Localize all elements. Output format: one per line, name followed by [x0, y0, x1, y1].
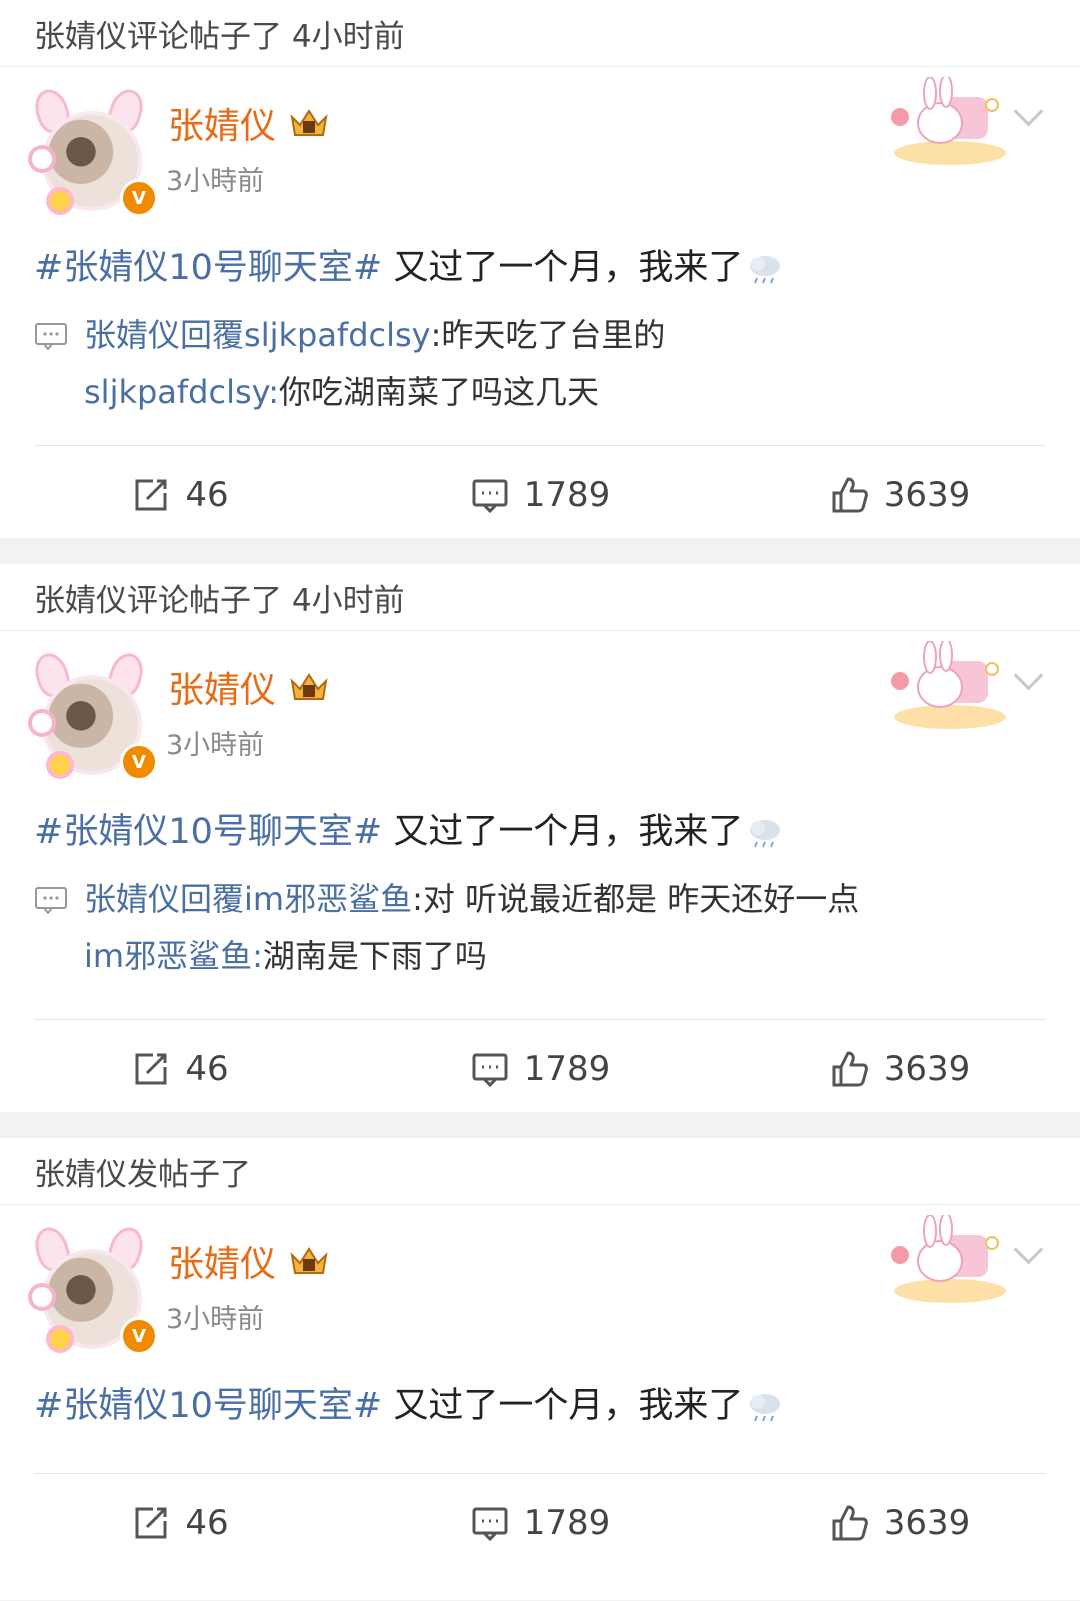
author-name[interactable]: 张婧仪: [168, 661, 276, 713]
quoted-user[interactable]: sljkpafdclsy:: [84, 364, 279, 421]
author-row: 张婧仪: [168, 97, 330, 149]
repost-icon: [135, 479, 167, 511]
comment-bubble-icon: [35, 886, 67, 914]
post-text: 又过了一个月，我来了: [382, 812, 744, 852]
chevron-down-icon[interactable]: [1013, 96, 1044, 127]
like-count: 3639: [883, 1049, 971, 1089]
crown-badge-icon[interactable]: [288, 671, 330, 703]
bunny-sticker-icon: [891, 641, 1006, 729]
reply-text: :昨天吃了台里的: [430, 316, 666, 354]
comment-button[interactable]: 1789: [360, 1021, 720, 1117]
flower-icon: [50, 755, 70, 775]
comment-button[interactable]: 1789: [360, 1475, 720, 1571]
activity-header: 张婧仪评论帖子了 4小时前: [0, 0, 1080, 67]
thumbs-up-icon: [832, 1051, 868, 1087]
like-button[interactable]: 3639: [720, 1475, 1080, 1571]
post-text: 又过了一个月，我来了: [382, 248, 744, 288]
comment-bubble-icon: [35, 322, 67, 350]
topic-link[interactable]: #张婧仪10号聊天室#: [34, 248, 382, 288]
repost-button[interactable]: 46: [0, 447, 360, 543]
reply-prefix[interactable]: 张婧仪回覆: [84, 307, 244, 364]
author-row: 张婧仪: [168, 1235, 330, 1287]
repost-count: 46: [185, 1503, 229, 1543]
post[interactable]: V 张婧仪 3小時前 #张婧仪10号聊天室# 又过了: [0, 67, 1080, 539]
like-button[interactable]: 3639: [720, 447, 1080, 543]
divider: [34, 1019, 1046, 1020]
crown-badge-icon[interactable]: [288, 107, 330, 139]
post-content[interactable]: #张婧仪10号聊天室# 又过了一个月，我来了: [34, 239, 785, 290]
flower-icon: [50, 191, 70, 211]
feed: 张婧仪评论帖子了 4小时前 V 张婧仪 3小時前 #张婧仪10号聊天室# 又过了…: [0, 0, 1080, 1600]
avatar[interactable]: V: [28, 1223, 158, 1355]
like-count: 3639: [883, 475, 971, 515]
post-time: 3小時前: [166, 166, 265, 197]
comment-count: 1789: [523, 1503, 611, 1543]
flower-icon: [32, 713, 52, 733]
feed-card: 张婧仪评论帖子了 4小时前 V 张婧仪 3小時前 #张婧仪10号聊天室# 又过了…: [0, 0, 1080, 538]
action-bar: 46 1789 3639: [0, 1021, 1080, 1117]
divider: [34, 445, 1046, 446]
reply-target-user[interactable]: im邪恶鲨鱼: [244, 871, 412, 928]
crown-badge-icon[interactable]: [288, 1245, 330, 1277]
reply-block[interactable]: 张婧仪回覆 im邪恶鲨鱼 :对 听说最近都是 昨天还好一点 im邪恶鲨鱼: 湖南…: [34, 871, 859, 985]
flower-icon: [32, 1287, 52, 1307]
post-content[interactable]: #张婧仪10号聊天室# 又过了一个月，我来了: [34, 1377, 785, 1428]
thumbs-up-icon: [832, 477, 868, 513]
avatar[interactable]: V: [28, 649, 158, 781]
flower-icon: [32, 149, 52, 169]
post[interactable]: V 张婧仪 3小時前 #张婧仪10号聊天室# 又过了: [0, 631, 1080, 1113]
repost-icon: [135, 1507, 167, 1539]
topic-link[interactable]: #张婧仪10号聊天室#: [34, 812, 382, 852]
verified-badge-icon: V: [120, 1317, 158, 1355]
author-name[interactable]: 张婧仪: [168, 97, 276, 149]
quoted-text: 湖南是下雨了吗: [262, 937, 487, 975]
author-row: 张婧仪: [168, 661, 330, 713]
repost-count: 46: [185, 1049, 229, 1089]
action-bar: 46 1789 3639: [0, 1475, 1080, 1571]
avatar[interactable]: V: [28, 85, 158, 217]
verified-badge-icon: V: [120, 179, 158, 217]
thumbs-up-icon: [832, 1505, 868, 1541]
like-button[interactable]: 3639: [720, 1021, 1080, 1117]
activity-header: 张婧仪发帖子了: [0, 1138, 1080, 1205]
like-count: 3639: [883, 1503, 971, 1543]
comment-icon: [472, 1507, 508, 1542]
chevron-down-icon[interactable]: [1013, 1234, 1044, 1265]
post-time: 3小時前: [166, 1304, 265, 1335]
bunny-sticker-icon: [891, 77, 1006, 165]
quoted-user[interactable]: im邪恶鲨鱼:: [84, 928, 263, 985]
rain-cloud-icon: [750, 256, 781, 284]
bunny-sticker-icon: [891, 1215, 1006, 1303]
post-text: 又过了一个月，我来了: [382, 1386, 744, 1426]
reply-prefix[interactable]: 张婧仪回覆: [84, 871, 244, 928]
author-name[interactable]: 张婧仪: [168, 1235, 276, 1287]
post[interactable]: V 张婧仪 3小時前 #张婧仪10号聊天室# 又过了: [0, 1205, 1080, 1601]
repost-button[interactable]: 46: [0, 1021, 360, 1117]
reply-target-user[interactable]: sljkpafdclsy: [244, 307, 431, 364]
flower-icon: [50, 1329, 70, 1349]
rain-cloud-icon: [750, 1394, 781, 1422]
topic-link[interactable]: #张婧仪10号聊天室#: [34, 1386, 382, 1426]
comment-count: 1789: [523, 1049, 611, 1089]
quoted-text: 你吃湖南菜了吗这几天: [279, 373, 600, 411]
comment-icon: [472, 479, 508, 514]
repost-button[interactable]: 46: [0, 1475, 360, 1571]
verified-badge-icon: V: [120, 743, 158, 781]
reply-block[interactable]: 张婧仪回覆 sljkpafdclsy :昨天吃了台里的 sljkpafdclsy…: [34, 307, 665, 421]
chevron-down-icon[interactable]: [1013, 660, 1044, 691]
post-content[interactable]: #张婧仪10号聊天室# 又过了一个月，我来了: [34, 803, 785, 854]
rain-cloud-icon: [750, 820, 781, 848]
divider: [34, 1473, 1046, 1474]
feed-card: 张婧仪发帖子了 V 张婧仪 3小時前 #张婧仪10号聊天室# 又过了一个月，我来…: [0, 1138, 1080, 1600]
feed-card: 张婧仪评论帖子了 4小时前 V 张婧仪 3小時前 #张婧仪10号聊天室# 又过了…: [0, 564, 1080, 1112]
repost-icon: [135, 1053, 167, 1085]
activity-header: 张婧仪评论帖子了 4小时前: [0, 564, 1080, 631]
action-bar: 46 1789 3639: [0, 447, 1080, 543]
repost-count: 46: [185, 475, 229, 515]
comment-icon: [472, 1053, 508, 1088]
comment-count: 1789: [523, 475, 611, 515]
reply-text: :对 听说最近都是 昨天还好一点: [412, 880, 860, 918]
post-time: 3小時前: [166, 730, 265, 761]
comment-button[interactable]: 1789: [360, 447, 720, 543]
